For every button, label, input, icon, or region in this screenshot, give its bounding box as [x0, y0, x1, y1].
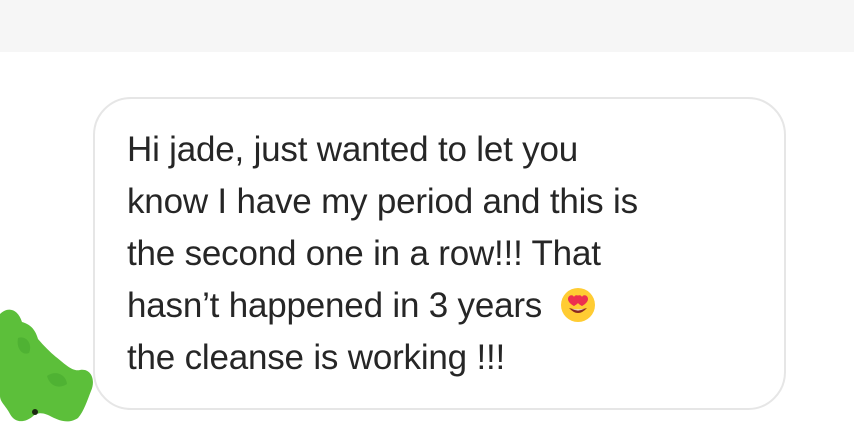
top-bar	[0, 0, 854, 52]
message-line: know I have my period and this is	[127, 182, 638, 221]
message-line-text: hasn’t happened in 3 years	[127, 286, 543, 325]
message-text: Hi jade, just wanted to let you know I h…	[127, 124, 767, 384]
message-line: the second one in a row!!! That	[127, 234, 601, 273]
avatar-scribble	[0, 309, 93, 422]
message-line: the cleanse is working !!!	[127, 338, 506, 377]
heart-eyes-emoji-icon	[560, 288, 595, 322]
message-line: hasn’t happened in 3 years	[127, 280, 767, 332]
message-line: Hi jade, just wanted to let you	[127, 130, 579, 169]
